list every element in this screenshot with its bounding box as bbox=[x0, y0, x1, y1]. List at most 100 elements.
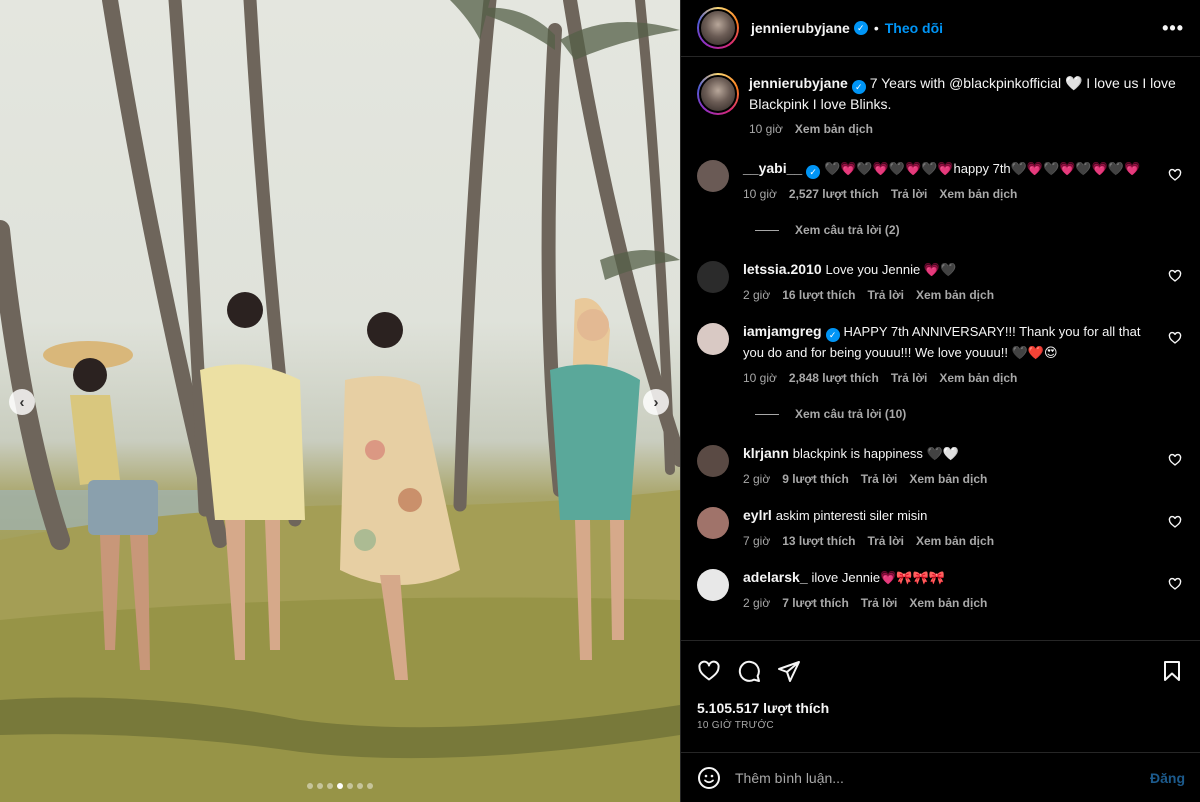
comment: __yabi__ ✓ 🖤💗🖤💗🖤💗🖤💗happy 7th🖤💗🖤💗🖤💗🖤💗 10 g… bbox=[697, 158, 1184, 201]
comments-list[interactable]: jennierubyjane ✓ 7 Years with @blackpinko… bbox=[681, 57, 1200, 640]
translate-button[interactable]: Xem bản dịch bbox=[939, 187, 1017, 201]
likes-count[interactable]: 5.105.517 lượt thích bbox=[681, 700, 1200, 716]
commenter-username[interactable]: adelarsk_ bbox=[743, 569, 808, 585]
emoji-icon[interactable] bbox=[697, 766, 721, 790]
translate-button[interactable]: Xem bản dịch bbox=[939, 371, 1017, 385]
like-comment-heart-icon[interactable] bbox=[1168, 168, 1182, 182]
comment-text: 🖤💗🖤💗🖤💗🖤💗happy 7th🖤💗🖤💗🖤💗🖤💗 bbox=[824, 161, 1141, 176]
post-header: jennierubyjane ✓ • Theo dõi ••• bbox=[681, 0, 1200, 57]
carousel-dot bbox=[347, 783, 353, 789]
comment-time: 2 giờ bbox=[743, 288, 771, 302]
comment-likes[interactable]: 9 lượt thích bbox=[782, 472, 849, 486]
translate-button[interactable]: Xem bản dịch bbox=[909, 596, 987, 610]
comment: letssia.2010 Love you Jennie 💗🖤 2 giờ 16… bbox=[697, 259, 1184, 302]
previous-photo-button[interactable]: ‹ bbox=[9, 389, 35, 415]
comment-time: 7 giờ bbox=[743, 534, 771, 548]
reply-button[interactable]: Trả lời bbox=[861, 596, 898, 610]
caption-username[interactable]: jennierubyjane bbox=[749, 75, 848, 91]
comment-text: blackpink is happiness 🖤🤍 bbox=[792, 446, 959, 461]
carousel-dot bbox=[327, 783, 333, 789]
comment-time: 10 giờ bbox=[743, 371, 777, 385]
carousel-dot bbox=[357, 783, 363, 789]
reply-button[interactable]: Trả lời bbox=[867, 288, 904, 302]
replies-divider bbox=[755, 413, 779, 415]
chevron-left-icon: ‹ bbox=[19, 393, 25, 411]
comment-likes[interactable]: 13 lượt thích bbox=[782, 534, 855, 548]
carousel-indicator bbox=[0, 783, 680, 789]
post-caption: jennierubyjane ✓ 7 Years with @blackpinko… bbox=[697, 73, 1184, 136]
verified-badge-icon: ✓ bbox=[851, 80, 866, 94]
commenter-avatar[interactable] bbox=[697, 507, 729, 539]
commenter-username[interactable]: iamjamgreg bbox=[743, 323, 822, 339]
commenter-avatar[interactable] bbox=[697, 445, 729, 477]
heart-icon[interactable] bbox=[697, 659, 721, 683]
post-actions bbox=[681, 640, 1200, 700]
comment-likes[interactable]: 2,527 lượt thích bbox=[789, 187, 879, 201]
translate-button[interactable]: Xem bản dịch bbox=[909, 472, 987, 486]
post-timestamp: 10 GIỜ TRƯỚC bbox=[697, 720, 774, 731]
comment: iamjamgreg ✓ HAPPY 7th ANNIVERSARY!!! Tha… bbox=[697, 321, 1184, 385]
author-avatar[interactable] bbox=[697, 7, 739, 49]
verified-badge-icon: ✓ bbox=[853, 21, 868, 35]
share-icon[interactable] bbox=[777, 659, 801, 683]
commenter-username[interactable]: __yabi__ bbox=[743, 160, 802, 176]
reply-button[interactable]: Trả lời bbox=[867, 534, 904, 548]
comment-text: Love you Jennie 💗🖤 bbox=[825, 262, 957, 277]
bookmark-icon[interactable] bbox=[1160, 659, 1184, 683]
caption-translate-button[interactable]: Xem bản dịch bbox=[795, 122, 873, 136]
post-comment-button[interactable]: Đăng bbox=[1150, 770, 1185, 786]
comment: eylrl askim pinteresti siler misin 7 giờ… bbox=[697, 505, 1184, 548]
translate-button[interactable]: Xem bản dịch bbox=[916, 534, 994, 548]
commenter-username[interactable]: eylrl bbox=[743, 507, 772, 523]
view-replies-button[interactable]: Xem câu trả lời (10) bbox=[755, 407, 1184, 421]
reply-button[interactable]: Trả lời bbox=[861, 472, 898, 486]
commenter-avatar[interactable] bbox=[697, 569, 729, 601]
view-replies-button[interactable]: Xem câu trả lời (2) bbox=[755, 223, 1184, 237]
comment: klrjann blackpink is happiness 🖤🤍 2 giờ … bbox=[697, 443, 1184, 486]
carousel-dot bbox=[307, 783, 313, 789]
reply-button[interactable]: Trả lời bbox=[891, 371, 928, 385]
commenter-avatar[interactable] bbox=[697, 261, 729, 293]
author-username[interactable]: jennierubyjane bbox=[751, 20, 850, 36]
chevron-right-icon: › bbox=[653, 393, 659, 411]
comment-icon[interactable] bbox=[737, 659, 761, 683]
commenter-avatar[interactable] bbox=[697, 160, 729, 192]
commenter-avatar[interactable] bbox=[697, 323, 729, 355]
verified-badge-icon: ✓ bbox=[806, 165, 821, 179]
comment-likes[interactable]: 2,848 lượt thích bbox=[789, 371, 879, 385]
comment-likes[interactable]: 7 lượt thích bbox=[782, 596, 849, 610]
comment-entries: __yabi__ ✓ 🖤💗🖤💗🖤💗🖤💗happy 7th🖤💗🖤💗🖤💗🖤💗 10 g… bbox=[697, 158, 1184, 610]
carousel-dot bbox=[317, 783, 323, 789]
commenter-username[interactable]: klrjann bbox=[743, 445, 789, 461]
commenter-username[interactable]: letssia.2010 bbox=[743, 261, 822, 277]
comment-input[interactable] bbox=[735, 769, 1150, 786]
comment-likes[interactable]: 16 lượt thích bbox=[782, 288, 855, 302]
comment-time: 10 giờ bbox=[743, 187, 777, 201]
view-replies-label: Xem câu trả lời (2) bbox=[795, 223, 900, 237]
photo-illustration bbox=[0, 0, 680, 802]
like-comment-heart-icon[interactable] bbox=[1168, 515, 1182, 529]
add-comment-bar: Đăng bbox=[681, 752, 1200, 802]
comment: adelarsk_ ilove Jennie💗🎀🎀🎀 2 giờ 7 lượt … bbox=[697, 567, 1184, 610]
next-photo-button[interactable]: › bbox=[643, 389, 669, 415]
replies-divider bbox=[755, 229, 779, 231]
post-sidebar: jennierubyjane ✓ • Theo dõi ••• jennieru… bbox=[680, 0, 1200, 802]
like-comment-heart-icon[interactable] bbox=[1168, 453, 1182, 467]
like-comment-heart-icon[interactable] bbox=[1168, 269, 1182, 283]
comment-text: ilove Jennie💗🎀🎀🎀 bbox=[811, 570, 945, 585]
view-replies-label: Xem câu trả lời (10) bbox=[795, 407, 907, 421]
reply-button[interactable]: Trả lời bbox=[891, 187, 928, 201]
comment-time: 2 giờ bbox=[743, 596, 771, 610]
separator: • bbox=[873, 20, 879, 36]
comment-time: 2 giờ bbox=[743, 472, 771, 486]
like-comment-heart-icon[interactable] bbox=[1168, 577, 1182, 591]
comment-text: askim pinteresti siler misin bbox=[775, 508, 928, 523]
more-options-button[interactable]: ••• bbox=[1162, 18, 1184, 39]
post-photo[interactable]: ‹ › bbox=[0, 0, 680, 802]
follow-button[interactable]: Theo dõi bbox=[885, 20, 943, 36]
translate-button[interactable]: Xem bản dịch bbox=[916, 288, 994, 302]
carousel-dot bbox=[367, 783, 373, 789]
caption-avatar[interactable] bbox=[697, 73, 739, 115]
like-comment-heart-icon[interactable] bbox=[1168, 331, 1182, 345]
caption-time: 10 giờ bbox=[749, 122, 783, 136]
